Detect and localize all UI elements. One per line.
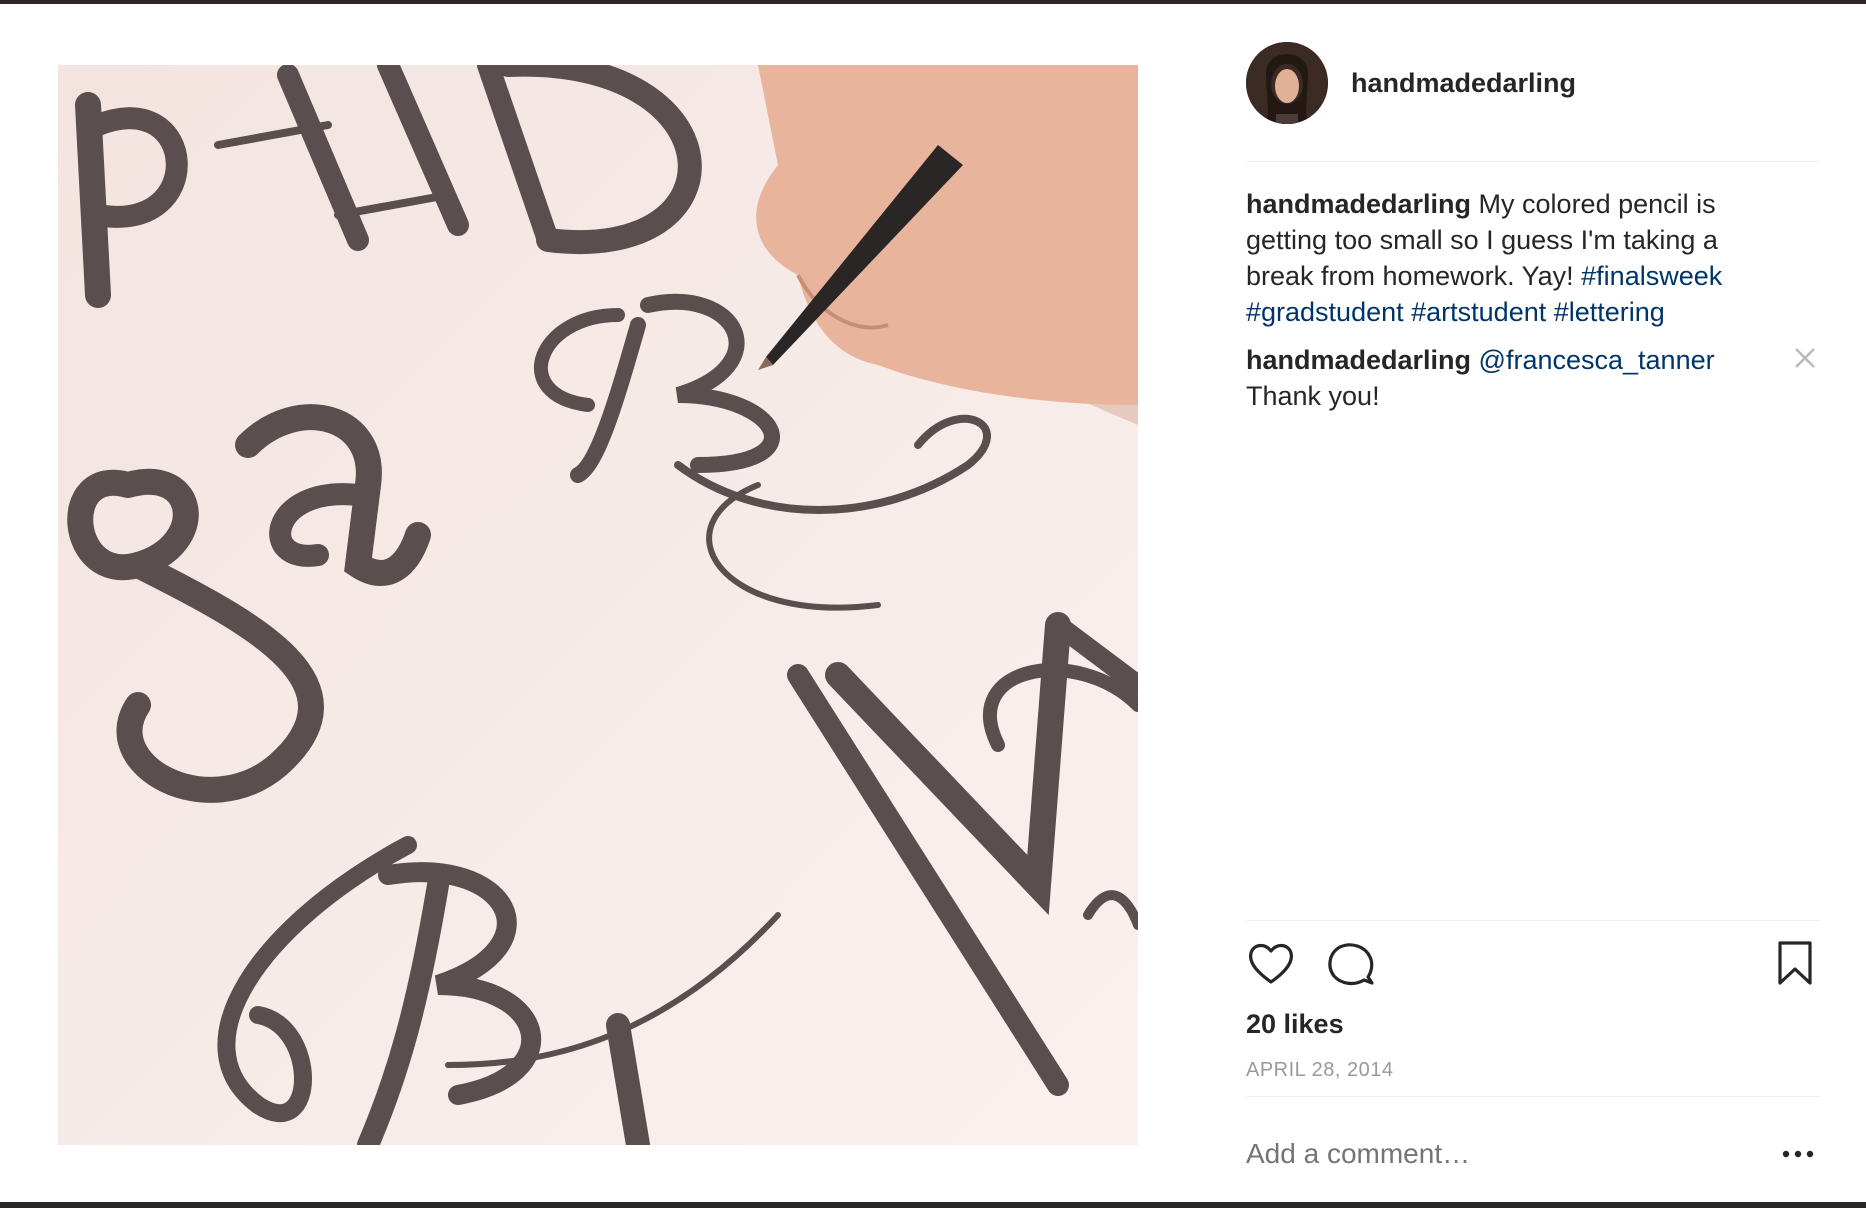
- post-date: APRIL 28, 2014: [1246, 1059, 1394, 1081]
- hashtag-gradstudent[interactable]: #gradstudent: [1246, 297, 1404, 327]
- actions-divider: [1246, 920, 1820, 921]
- lettering-artwork: [58, 65, 1138, 1145]
- hashtag-finalsweek[interactable]: #finalsweek: [1581, 261, 1722, 291]
- action-bar: [1246, 939, 1820, 991]
- comment-divider: [1246, 1096, 1820, 1097]
- header-username[interactable]: handmadedarling: [1351, 68, 1576, 99]
- post-header: handmadedarling: [1246, 42, 1820, 124]
- close-icon[interactable]: [1793, 346, 1817, 370]
- more-options-icon[interactable]: [1780, 1146, 1816, 1162]
- caption-username[interactable]: handmadedarling: [1246, 189, 1471, 219]
- add-comment-input[interactable]: [1246, 1134, 1746, 1174]
- hashtag-lettering[interactable]: #lettering: [1554, 297, 1665, 327]
- heart-icon[interactable]: [1246, 939, 1296, 989]
- comment: handmadedarling @francesca_tanner Thank …: [1246, 342, 1766, 414]
- comment-username[interactable]: handmadedarling: [1246, 345, 1471, 375]
- post-side-panel: handmadedarling handmadedarling My color…: [1246, 4, 1820, 1202]
- bookmark-icon[interactable]: [1770, 939, 1820, 989]
- comment-text: Thank you!: [1246, 381, 1380, 411]
- hashtag-artstudent[interactable]: #artstudent: [1411, 297, 1546, 327]
- comment-mention[interactable]: @francesca_tanner: [1479, 345, 1715, 375]
- post-photo[interactable]: [58, 65, 1138, 1145]
- header-divider: [1246, 161, 1820, 162]
- comment-icon[interactable]: [1326, 939, 1376, 989]
- likes-count[interactable]: 20 likes: [1246, 1009, 1344, 1040]
- avatar-image: [1246, 42, 1328, 124]
- post-card: handmadedarling handmadedarling My color…: [0, 4, 1866, 1202]
- avatar[interactable]: [1246, 42, 1328, 124]
- caption: handmadedarling My colored pencil is get…: [1246, 186, 1766, 330]
